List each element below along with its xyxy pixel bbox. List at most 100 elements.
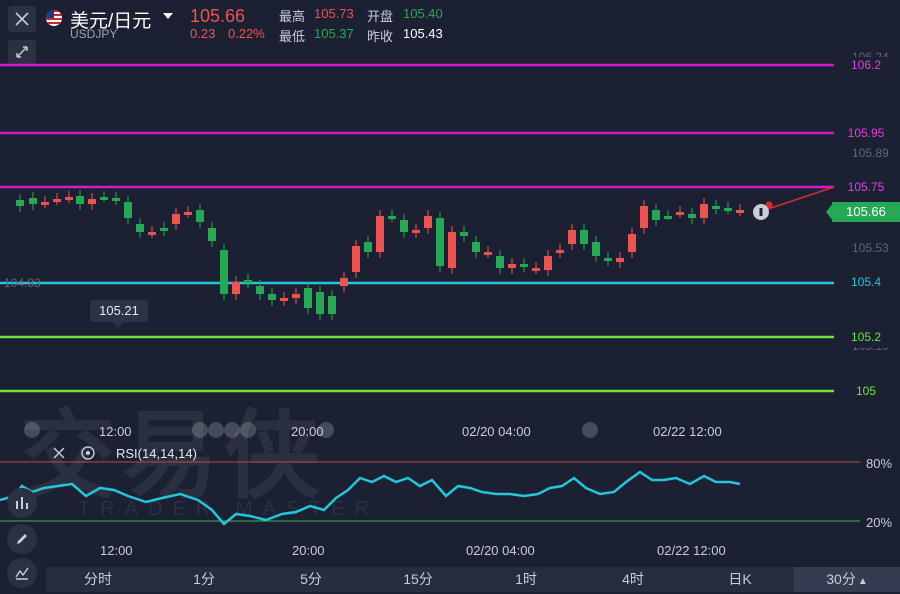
candle-body	[508, 264, 516, 268]
candle-body	[616, 258, 624, 262]
rsi-title: RSI(14,14,14)	[116, 446, 197, 461]
time-tick: 12:00	[99, 424, 132, 439]
price-tick: 105.53	[852, 241, 889, 255]
candle-body	[412, 230, 420, 233]
hline-label: 105.95	[838, 125, 894, 142]
candle-body	[436, 218, 444, 266]
hline-label: 105	[838, 383, 894, 400]
time-tick: 02/20 04:00	[462, 424, 531, 439]
candle-body	[160, 228, 168, 231]
candle-body	[580, 230, 588, 244]
candle-body	[364, 242, 372, 252]
tab-timeframe-1h[interactable]: 1时	[472, 567, 580, 592]
candle-body	[100, 197, 108, 200]
tab-timeframe-tick[interactable]: 分时	[46, 567, 150, 592]
candle-body	[196, 210, 204, 222]
indicator-icon[interactable]	[7, 488, 37, 518]
candle-body	[424, 216, 432, 228]
candle-body	[88, 199, 96, 204]
candle-body	[652, 210, 660, 220]
tab-timeframe-30m[interactable]: 30分 ▲	[794, 567, 900, 592]
candle-body	[676, 212, 684, 215]
candle-body	[532, 268, 540, 271]
candle-body	[460, 232, 468, 236]
candle-body	[340, 278, 348, 286]
scroll-handle	[582, 422, 598, 438]
scroll-handle	[24, 422, 40, 438]
candle-body	[29, 198, 37, 204]
pen-icon[interactable]	[7, 524, 37, 554]
candle-body	[112, 198, 120, 201]
time-tick: 20:00	[292, 543, 325, 558]
tab-timeframe-30m-label: 30分	[826, 571, 856, 587]
tab-timeframe-1m[interactable]: 1分	[150, 567, 258, 592]
candle-body	[304, 288, 312, 308]
candle-body	[280, 298, 288, 301]
candle-body	[268, 294, 276, 300]
tab-timeframe-15m[interactable]: 15分	[364, 567, 472, 592]
time-tick: 02/22 12:00	[657, 543, 726, 558]
candle-body	[688, 214, 696, 218]
scroll-handle	[224, 422, 240, 438]
time-tick: 12:00	[100, 543, 133, 558]
candle-body	[712, 206, 720, 209]
rsi-lower-label: 20%	[866, 515, 893, 530]
candle-body	[232, 282, 240, 294]
hline-label: 105.4	[838, 274, 894, 291]
tooltip-pointer	[112, 322, 124, 328]
candle-body	[220, 250, 228, 294]
info-icon-glyph	[759, 208, 763, 216]
tab-timeframe-4h[interactable]: 4时	[580, 567, 686, 592]
candle-body	[184, 212, 192, 215]
candle-body	[544, 256, 552, 270]
close-indicator-icon[interactable]	[52, 446, 66, 465]
candle-body	[53, 199, 61, 202]
candle-body	[292, 294, 300, 298]
candle-body	[328, 296, 336, 314]
candle-body	[16, 200, 24, 206]
candle-body	[472, 242, 480, 252]
eye-icon[interactable]	[80, 446, 96, 465]
candle-body	[172, 214, 180, 224]
candle-body	[208, 228, 216, 241]
candle-body	[41, 202, 49, 205]
trend-ray	[761, 186, 835, 212]
hline-label: 106.2	[838, 57, 894, 74]
hline-label: 105.75	[838, 179, 894, 196]
candle-body	[664, 216, 672, 219]
timeframe-bar: 分时 1分 5分 15分 1时 4时 日K 30分 ▲	[46, 567, 900, 592]
candle-body	[124, 202, 132, 218]
candle-body	[148, 232, 156, 235]
trendline-icon[interactable]	[7, 558, 37, 588]
time-tick: 02/22 12:00	[653, 424, 722, 439]
candle-body	[136, 224, 144, 232]
candle-body	[76, 196, 84, 204]
tab-timeframe-5m[interactable]: 5分	[258, 567, 364, 592]
caret-up-icon: ▲	[857, 576, 868, 587]
candle-body	[256, 286, 264, 294]
tab-timeframe-daily[interactable]: 日K	[686, 567, 794, 592]
candle-body	[568, 230, 576, 244]
candle-body	[376, 216, 384, 252]
scroll-handle	[240, 422, 256, 438]
hline-label: 105.2	[838, 329, 894, 346]
candlestick-chart[interactable]	[0, 0, 900, 567]
candle-body	[448, 232, 456, 268]
candle-body	[400, 220, 408, 232]
candle-body	[556, 250, 564, 253]
scroll-handle	[208, 422, 224, 438]
time-tick: 02/20 04:00	[466, 543, 535, 558]
candle-body	[316, 292, 324, 314]
candle-body	[496, 256, 504, 268]
candle-body	[484, 252, 492, 255]
candle-body	[628, 234, 636, 252]
rsi-line	[0, 470, 741, 526]
price-tick: 104.83	[4, 276, 41, 290]
candle-body	[640, 206, 648, 228]
low-tooltip: 105.21	[90, 300, 148, 322]
price-tick: 105.89	[852, 146, 889, 160]
rsi-upper-label: 80%	[866, 456, 893, 471]
candle-body	[65, 197, 73, 200]
candle-body	[604, 258, 612, 261]
time-tick: 20:00	[291, 424, 324, 439]
